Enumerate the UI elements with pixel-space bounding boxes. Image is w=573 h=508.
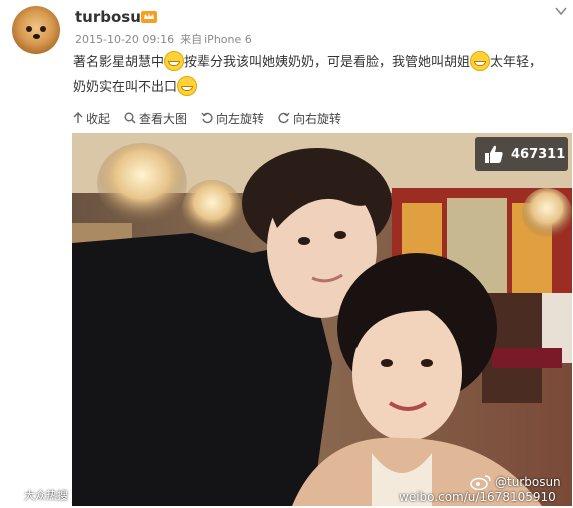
watermark-left: 大众热搜 <box>6 487 68 503</box>
post-source: iPhone 6 <box>204 33 252 46</box>
chevron-down-icon[interactable] <box>554 4 568 18</box>
grin-emoji-icon <box>164 51 185 71</box>
vip-crown-icon[interactable] <box>140 8 158 24</box>
avatar-eye <box>26 26 32 32</box>
arrow-up-icon <box>73 112 83 123</box>
rotate-left-icon <box>201 112 213 124</box>
like-count-badge[interactable]: 467311 <box>475 137 568 171</box>
post-meta: 2015-10-20 09:16 来自 iPhone 6 <box>75 31 258 47</box>
watermark-user-text: @turbosun <box>495 475 561 489</box>
grin-emoji-icon <box>177 76 198 96</box>
rotate-right-button[interactable]: 向右旋转 <box>278 110 341 127</box>
avatar-eye <box>40 26 46 32</box>
watermark-url: weibo.com/u/1678105910 <box>399 490 556 504</box>
rotate-right-icon <box>278 112 290 124</box>
rotate-right-label: 向右旋转 <box>293 111 342 126</box>
rotate-left-button[interactable]: 向左旋转 <box>201 110 264 127</box>
post-photo[interactable] <box>72 133 572 506</box>
post-text-part1: 著名影星胡慧中 <box>73 55 165 70</box>
post-text-part2: 按辈分我该叫她姨奶奶，可是看脸，我管她叫胡姐 <box>184 55 471 70</box>
avatar-nose <box>33 34 40 39</box>
view-large-label: 查看大图 <box>139 111 188 126</box>
watermark-user: @turbosun <box>470 474 561 490</box>
weibo-logo-icon <box>6 490 20 501</box>
image-toolbar: 收起 查看大图 向左旋转 向右旋转 <box>73 109 355 127</box>
magnifier-icon <box>124 112 136 124</box>
rotate-left-label: 向左旋转 <box>216 111 265 126</box>
photo-image <box>72 133 572 506</box>
post-source-prefix: 来自 <box>180 33 203 46</box>
thumbs-up-icon <box>485 145 503 163</box>
grin-emoji-icon <box>470 51 491 71</box>
weibo-logo-icon <box>470 475 491 490</box>
like-count: 467311 <box>511 146 566 162</box>
post-text: 著名影星胡慧中 按辈分我该叫她姨奶奶，可是看脸，我管她叫胡姐 太年轻，奶奶实在叫不出… <box>73 50 553 100</box>
watermark-left-text: 大众热搜 <box>24 489 68 502</box>
collapse-label: 收起 <box>86 111 111 126</box>
collapse-button[interactable]: 收起 <box>73 110 110 127</box>
post-timestamp[interactable]: 2015-10-20 09:16 <box>75 33 174 46</box>
view-large-button[interactable]: 查看大图 <box>124 110 187 127</box>
avatar[interactable] <box>12 6 60 54</box>
